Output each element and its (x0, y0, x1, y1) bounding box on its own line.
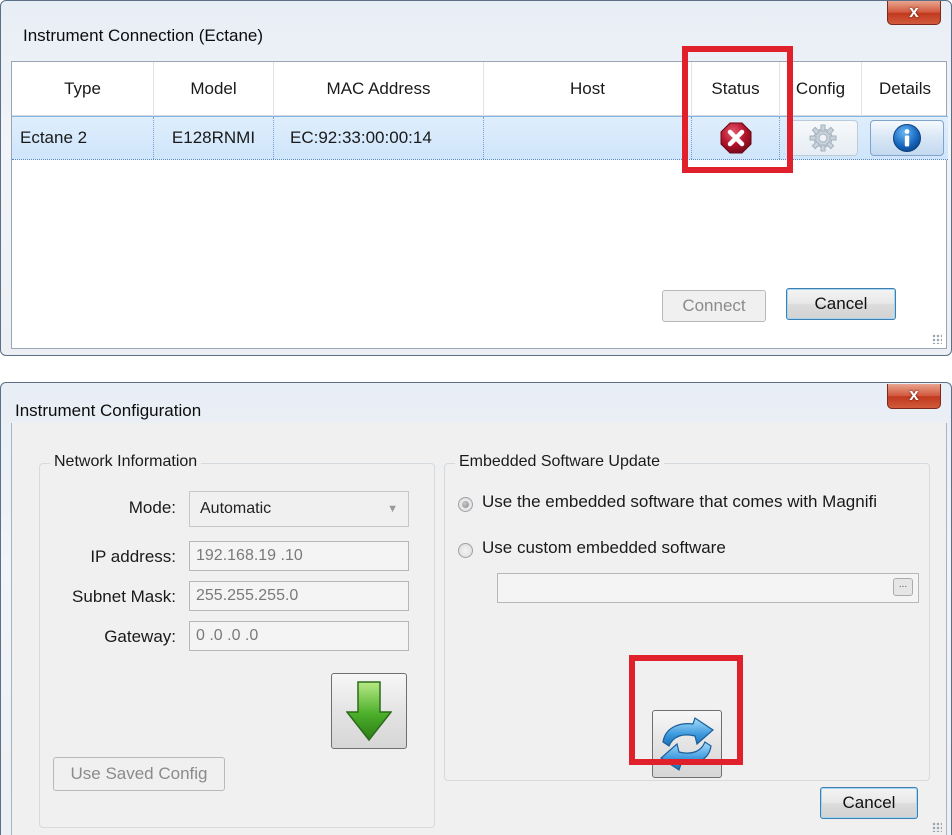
status-highlight-box (682, 46, 793, 173)
group-legend: Embedded Software Update (455, 453, 665, 471)
cancel-button[interactable]: Cancel (820, 787, 918, 819)
title-bar[interactable]: Instrument Connection (Ectane) x (1, 1, 951, 61)
mode-label: Mode: (128, 498, 176, 517)
resize-grip[interactable] (932, 334, 942, 344)
custom-software-radio[interactable] (458, 543, 473, 558)
connect-button[interactable]: Connect (662, 290, 766, 322)
default-software-label[interactable]: Use the embedded software that comes wit… (482, 492, 877, 512)
ip-address-label: IP address: (90, 547, 176, 566)
column-header-mac[interactable]: MAC Address (274, 62, 484, 116)
window-title: Instrument Connection (Ectane) (23, 26, 264, 45)
subnet-mask-field[interactable]: 255.255.255.0 (189, 581, 409, 611)
config-button[interactable] (788, 120, 858, 156)
details-button[interactable] (870, 120, 944, 156)
grid-header: Type Model MAC Address Host Status Confi… (12, 62, 946, 116)
subnet-mask-label: Subnet Mask: (72, 587, 176, 606)
instrument-configuration-window: Instrument Configuration x Network Infor… (0, 382, 952, 835)
browse-button[interactable]: ... (893, 578, 913, 596)
default-software-radio[interactable] (458, 497, 473, 512)
table-row[interactable]: Ectane 2 E128RNMI EC:92:33:00:00:14 (12, 116, 948, 160)
column-header-model[interactable]: Model (154, 62, 274, 116)
green-down-arrow-icon (346, 681, 392, 742)
cell-host (484, 117, 692, 159)
title-bar[interactable]: Instrument Configuration x (1, 383, 951, 423)
network-information-group: Network Information Mode: Automatic ▼ IP… (39, 453, 435, 828)
cell-mac: EC:92:33:00:00:14 (274, 117, 484, 159)
chevron-down-icon: ▼ (387, 503, 398, 515)
apply-config-button[interactable] (331, 673, 407, 749)
info-icon (893, 124, 921, 152)
instrument-connection-window: Instrument Connection (Ectane) x Type Mo… (0, 0, 952, 356)
group-legend: Network Information (50, 453, 202, 471)
window-title: Instrument Configuration (15, 401, 202, 420)
gateway-field[interactable]: 0 .0 .0 .0 (189, 621, 409, 651)
ip-address-field[interactable]: 192.168.19 .10 (189, 541, 409, 571)
column-header-host[interactable]: Host (484, 62, 692, 116)
custom-software-label[interactable]: Use custom embedded software (482, 538, 726, 558)
cancel-button[interactable]: Cancel (786, 288, 896, 320)
mode-dropdown[interactable]: Automatic ▼ (189, 491, 409, 527)
column-header-details[interactable]: Details (862, 62, 948, 116)
instrument-grid: Type Model MAC Address Host Status Confi… (11, 61, 948, 349)
column-header-type[interactable]: Type (12, 62, 154, 116)
configuration-body: Network Information Mode: Automatic ▼ IP… (11, 423, 947, 835)
custom-software-path-field[interactable] (497, 573, 919, 603)
gateway-label: Gateway: (104, 627, 176, 646)
gear-icon (809, 124, 837, 152)
mode-value: Automatic (200, 500, 272, 517)
cell-type: Ectane 2 (12, 117, 154, 159)
update-highlight-box (629, 655, 743, 765)
cell-model: E128RNMI (154, 117, 274, 159)
close-button[interactable]: x (887, 1, 941, 25)
close-button[interactable]: x (887, 384, 941, 409)
use-saved-config-button[interactable]: Use Saved Config (53, 757, 225, 791)
resize-grip[interactable] (932, 822, 942, 832)
